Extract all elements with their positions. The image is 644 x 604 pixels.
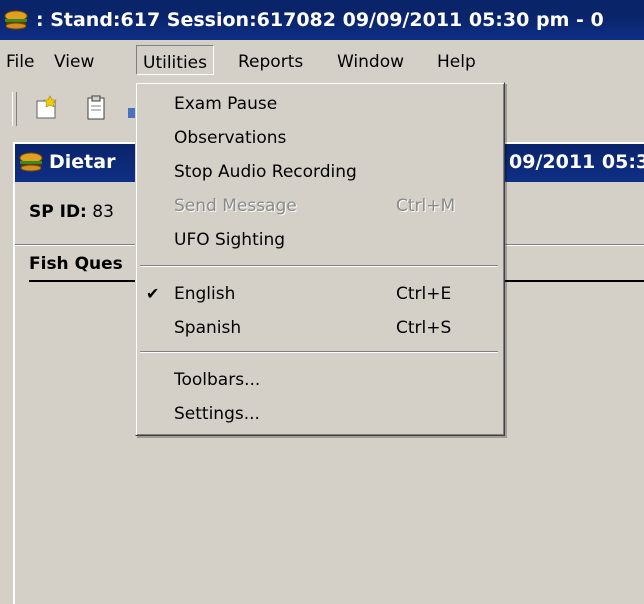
menu-window[interactable]: Window (337, 52, 404, 72)
menu-item-label: English (174, 284, 236, 304)
menu-item-stop-audio-recording[interactable]: Stop Audio Recording (136, 157, 504, 187)
menu-file[interactable]: File (6, 52, 34, 72)
menu-help[interactable]: Help (437, 52, 476, 72)
menu-bar: File View Utilities Reports Window Help (0, 40, 644, 84)
sp-id-value: 83 (86, 202, 114, 222)
menu-item-settings[interactable]: Settings... (136, 399, 504, 429)
menu-item-shortcut: Ctrl+M (396, 196, 456, 216)
menu-item-label: Toolbars... (174, 370, 261, 390)
sp-id-label: SP ID: (29, 202, 87, 222)
child-window-date: 09/2011 05:3 (509, 151, 644, 173)
title-bar: : Stand:617 Session:617082 09/09/2011 05… (0, 0, 644, 40)
menu-item-label: Spanish (174, 318, 242, 338)
menu-item-observations[interactable]: Observations (136, 123, 504, 153)
new-document-icon[interactable] (34, 94, 60, 122)
app-hamburger-icon (4, 10, 28, 35)
clipboard-icon[interactable] (84, 94, 110, 122)
menu-item-label: UFO Sighting (174, 230, 286, 250)
menu-item-label: Stop Audio Recording (174, 162, 357, 182)
menu-item-send-message: Send Message Ctrl+M (136, 191, 504, 221)
sp-id-row: SP ID: 83 (29, 202, 114, 222)
menu-item-spanish[interactable]: Spanish Ctrl+S (136, 313, 504, 343)
utilities-dropdown-menu: Exam Pause Observations Stop Audio Recor… (135, 82, 505, 436)
menu-item-shortcut: Ctrl+E (396, 284, 452, 304)
checkmark-icon: ✔ (146, 284, 160, 303)
menu-item-label: Observations (174, 128, 287, 148)
child-window-title: Dietar (49, 151, 116, 173)
menu-item-label: Settings... (174, 404, 260, 424)
menu-separator (140, 265, 498, 267)
menu-view[interactable]: View (54, 52, 94, 72)
menu-separator (140, 351, 498, 353)
menu-utilities[interactable]: Utilities (136, 45, 214, 75)
menu-reports[interactable]: Reports (238, 52, 303, 72)
menu-item-shortcut: Ctrl+S (396, 318, 452, 338)
tab-fish-questionnaire[interactable]: Fish Ques (29, 254, 123, 274)
menu-item-label: Exam Pause (174, 94, 278, 114)
menu-item-exam-pause[interactable]: Exam Pause (136, 89, 504, 119)
menu-item-label: Send Message (174, 196, 297, 216)
menu-item-toolbars[interactable]: Toolbars... (136, 365, 504, 395)
menu-item-english[interactable]: ✔ English Ctrl+E (136, 279, 504, 309)
toolbar-grip[interactable] (12, 92, 17, 126)
app-hamburger-icon (19, 152, 43, 177)
window-title: : Stand:617 Session:617082 09/09/2011 05… (36, 9, 604, 31)
menu-item-ufo-sighting[interactable]: UFO Sighting (136, 225, 504, 255)
